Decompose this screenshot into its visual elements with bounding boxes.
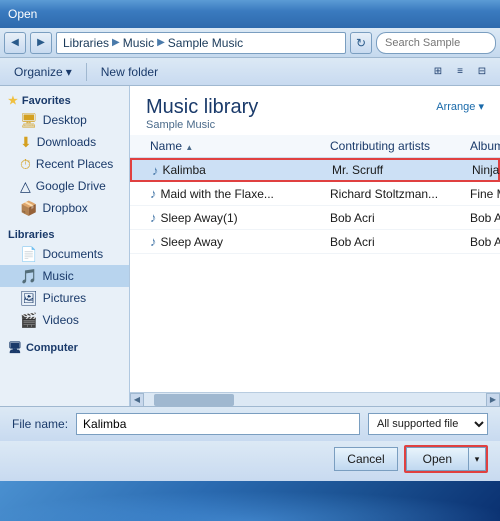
- file-name-cell: ♪ Sleep Away(1): [146, 210, 326, 225]
- view-controls: ⊞ ≡ ⊟: [428, 62, 492, 82]
- sidebar-item-videos[interactable]: 🎬 Videos: [0, 309, 129, 331]
- table-row[interactable]: ♪ Maid with the Flaxe... Richard Stoltzm…: [130, 182, 500, 206]
- address-path[interactable]: Libraries ▶ Music ▶ Sample Music: [56, 32, 346, 54]
- horizontal-scrollbar[interactable]: ◀ ▶: [130, 392, 500, 406]
- sort-arrow-name: ▲: [185, 143, 193, 152]
- file-name-cell: ♪ Sleep Away: [146, 234, 326, 249]
- action-bar: Cancel Open ▾: [0, 441, 500, 481]
- content-header: Music library Sample Music Arrange ▾: [130, 86, 500, 135]
- main-area: ★ Favorites 🖥 Desktop ⬇ Downloads ⏱ Rece…: [0, 86, 500, 406]
- column-header-name[interactable]: Name ▲: [146, 135, 326, 157]
- file-album-cell: Bob Acri: [466, 211, 500, 225]
- address-bar: ◀ ▶ Libraries ▶ Music ▶ Sample Music ↻: [0, 28, 500, 58]
- sidebar-item-downloads[interactable]: ⬇ Downloads: [0, 131, 129, 153]
- file-album-cell: Ninja Tuna: [468, 163, 500, 177]
- h-scroll-thumb[interactable]: [154, 394, 234, 406]
- search-input[interactable]: [376, 32, 496, 54]
- file-album-cell: Bob Acri: [466, 235, 500, 249]
- computer-icon: 🖥: [8, 341, 22, 354]
- music-file-icon: ♪: [150, 186, 157, 201]
- organize-button[interactable]: Organize ▾: [8, 61, 78, 83]
- back-button[interactable]: ◀: [4, 32, 26, 54]
- table-header: Name ▲ Contributing artists Album: [130, 135, 500, 158]
- new-folder-label: New folder: [101, 65, 158, 79]
- libraries-header: Libraries: [0, 225, 129, 243]
- path-chevron-1: ▶: [112, 37, 120, 48]
- background-decoration: [0, 481, 500, 521]
- sidebar-item-google-drive[interactable]: △ Google Drive: [0, 175, 129, 197]
- open-button-container: Open ▾: [404, 445, 488, 473]
- library-title: Music library: [146, 96, 258, 119]
- title-bar: Open: [0, 0, 500, 28]
- music-file-icon: ♪: [150, 210, 157, 225]
- pictures-icon: 🖼: [20, 290, 38, 307]
- filetype-select[interactable]: All supported file: [368, 413, 488, 435]
- path-music: Music: [123, 36, 154, 50]
- file-name-cell: ♪ Maid with the Flaxe...: [146, 186, 326, 201]
- file-artist-cell: Richard Stoltzman...: [326, 187, 466, 201]
- favorites-header: ★ Favorites: [0, 90, 129, 109]
- open-button[interactable]: Open: [406, 447, 468, 471]
- star-icon: ★: [8, 94, 18, 107]
- sidebar: ★ Favorites 🖥 Desktop ⬇ Downloads ⏱ Rece…: [0, 86, 130, 406]
- file-table: Name ▲ Contributing artists Album ♪ Kali…: [130, 135, 500, 392]
- videos-icon: 🎬: [20, 312, 37, 329]
- music-file-icon: ♪: [150, 234, 157, 249]
- dropbox-icon: 📦: [20, 200, 37, 217]
- google-drive-icon: △: [20, 178, 31, 195]
- sidebar-item-recent-places[interactable]: ⏱ Recent Places: [0, 153, 129, 175]
- organize-chevron-icon: ▾: [66, 65, 72, 79]
- table-row[interactable]: ♪ Sleep Away Bob Acri Bob Acri: [130, 230, 500, 254]
- documents-icon: 📄: [20, 246, 37, 263]
- cancel-button[interactable]: Cancel: [334, 447, 397, 471]
- column-header-artists[interactable]: Contributing artists: [326, 135, 466, 157]
- filename-input[interactable]: [76, 413, 360, 435]
- music-file-icon: ♪: [152, 163, 159, 178]
- sidebar-item-desktop[interactable]: 🖥 Desktop: [0, 109, 129, 131]
- view-btn-3[interactable]: ⊟: [472, 62, 492, 82]
- sidebar-item-music[interactable]: 🎵 Music: [0, 265, 129, 287]
- h-scroll-left-arrow[interactable]: ◀: [130, 393, 144, 407]
- h-scroll-right-arrow[interactable]: ▶: [486, 393, 500, 407]
- view-btn-1[interactable]: ⊞: [428, 62, 448, 82]
- file-album-cell: Fine Music, Vol. 1: [466, 187, 500, 201]
- refresh-button[interactable]: ↻: [350, 32, 372, 54]
- path-chevron-2: ▶: [157, 37, 165, 48]
- library-subtitle: Sample Music: [146, 119, 258, 131]
- sidebar-item-dropbox[interactable]: 📦 Dropbox: [0, 197, 129, 219]
- organize-label: Organize: [14, 65, 63, 79]
- music-icon: 🎵: [20, 268, 37, 285]
- desktop-icon: 🖥: [20, 112, 38, 129]
- arrange-button[interactable]: Arrange ▾: [436, 96, 484, 113]
- computer-header: 🖥 Computer: [0, 337, 129, 356]
- sidebar-item-documents[interactable]: 📄 Documents: [0, 243, 129, 265]
- path-libraries: Libraries: [63, 36, 109, 50]
- open-dropdown-icon: ▾: [475, 454, 480, 465]
- recent-places-icon: ⏱: [20, 156, 31, 173]
- filename-label: File name:: [12, 417, 68, 431]
- h-scroll-track[interactable]: [144, 393, 486, 406]
- table-row[interactable]: ♪ Sleep Away(1) Bob Acri Bob Acri: [130, 206, 500, 230]
- bg-wave: [0, 491, 500, 521]
- sidebar-item-pictures[interactable]: 🖼 Pictures: [0, 287, 129, 309]
- view-btn-2[interactable]: ≡: [450, 62, 470, 82]
- forward-button[interactable]: ▶: [30, 32, 52, 54]
- downloads-icon: ⬇: [20, 134, 32, 151]
- open-dropdown-button[interactable]: ▾: [468, 447, 486, 471]
- toolbar: Organize ▾ New folder ⊞ ≡ ⊟: [0, 58, 500, 86]
- content-area: Music library Sample Music Arrange ▾ Nam…: [130, 86, 500, 406]
- file-artist-cell: Bob Acri: [326, 235, 466, 249]
- bottom-bar: File name: All supported file: [0, 406, 500, 441]
- title-bar-text: Open: [8, 7, 492, 21]
- column-header-album[interactable]: Album: [466, 135, 500, 157]
- new-folder-button[interactable]: New folder: [95, 61, 164, 83]
- arrange-chevron-icon: ▾: [478, 101, 484, 113]
- path-sample-music: Sample Music: [168, 36, 243, 50]
- toolbar-separator: [86, 63, 87, 81]
- file-artist-cell: Bob Acri: [326, 211, 466, 225]
- file-name-cell: ♪ Kalimba: [148, 163, 328, 178]
- library-info: Music library Sample Music: [146, 96, 258, 131]
- file-artist-cell: Mr. Scruff: [328, 163, 468, 177]
- table-row[interactable]: ♪ Kalimba Mr. Scruff Ninja Tuna: [130, 158, 500, 182]
